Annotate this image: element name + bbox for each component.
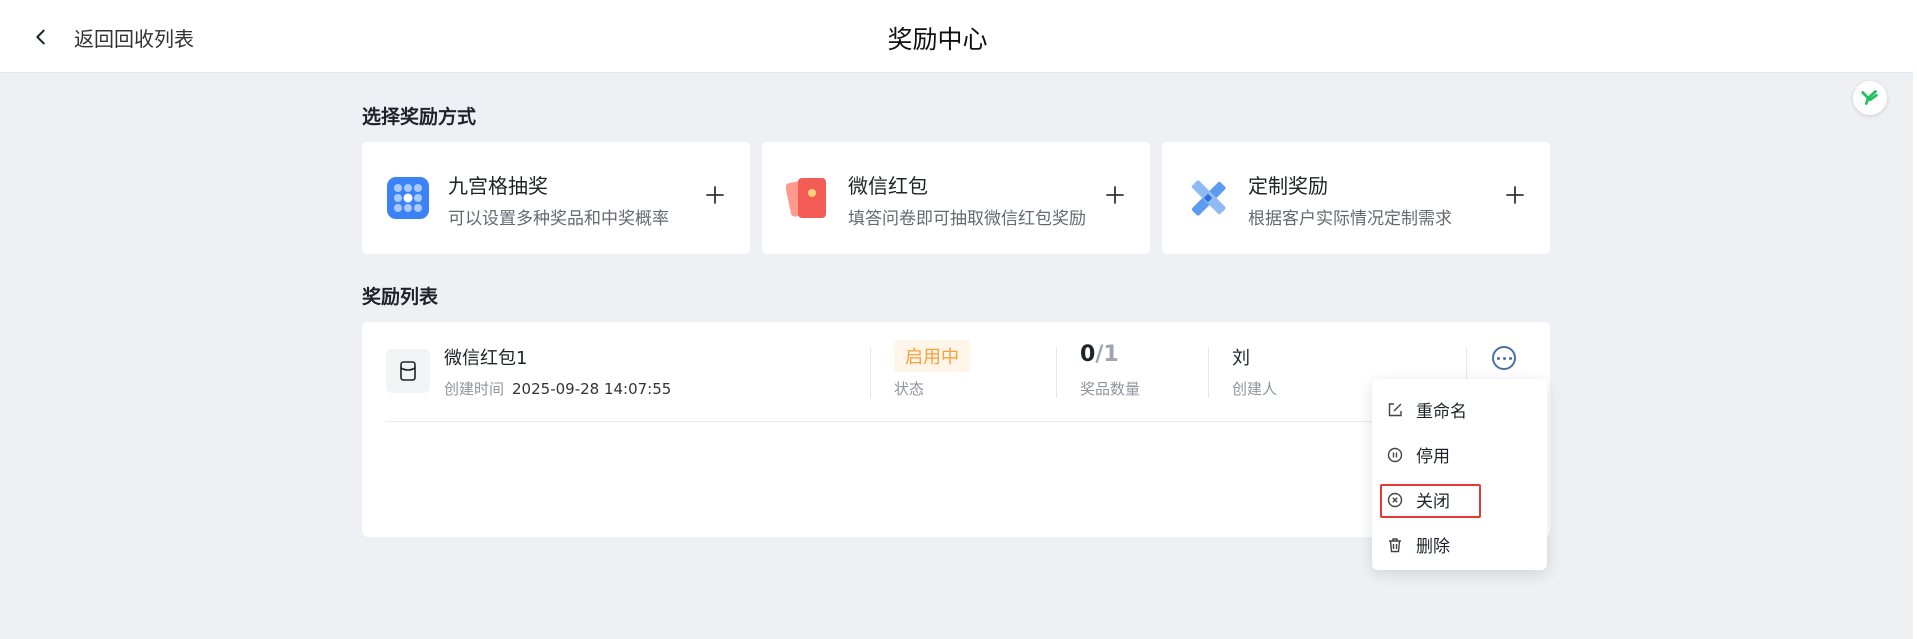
menu-label: 重命名 (1416, 402, 1467, 422)
choose-mode-title: 选择奖励方式 (362, 106, 477, 128)
plus-icon[interactable] (1104, 184, 1126, 206)
creator-value: 刘 (1232, 348, 1250, 369)
card-name: 定制奖励 (1248, 174, 1328, 198)
custom-tools-icon (1191, 180, 1226, 216)
status-label: 状态 (894, 380, 925, 398)
menu-item-close[interactable]: 关闭 (1372, 477, 1547, 522)
column-divider (1056, 348, 1057, 398)
card-name: 微信红包 (848, 174, 928, 198)
menu-label: 停用 (1416, 447, 1450, 467)
menu-item-rename[interactable]: 重命名 (1372, 387, 1547, 432)
pause-icon (1387, 447, 1403, 462)
created-time: 创建时间 2025-09-28 14:07:55 (444, 378, 671, 399)
row-actions-menu: 重命名 停用 关闭 删除 (1372, 379, 1547, 570)
edit-icon (1388, 402, 1402, 416)
more-options-button[interactable] (1492, 346, 1516, 370)
red-packet-icon (786, 178, 826, 218)
created-label: 创建时间 (444, 380, 505, 398)
created-value: 2025-09-28 14:07:55 (512, 380, 672, 398)
prize-count-label: 奖品数量 (1080, 380, 1141, 398)
close-circle-icon (1387, 492, 1403, 507)
top-header: 返回回收列表 奖励中心 (0, 0, 1913, 73)
prize-count-total: 1 (1103, 342, 1119, 367)
card-name: 九宫格抽奖 (448, 174, 548, 198)
red-packet-icon (386, 349, 430, 393)
plus-icon[interactable] (1504, 184, 1526, 206)
page-title: 奖励中心 (887, 25, 988, 54)
column-divider (1208, 348, 1209, 398)
reward-list-title: 奖励列表 (362, 286, 439, 308)
status-badge: 启用中 (894, 340, 970, 372)
brand-logo-icon[interactable] (1853, 81, 1887, 115)
right-edge-strip (1913, 0, 1917, 639)
card-desc: 可以设置多种奖品和中奖概率 (448, 209, 669, 229)
prize-count-used: 0 (1080, 342, 1096, 367)
reward-name: 微信红包1 (444, 348, 528, 369)
menu-item-disable[interactable]: 停用 (1372, 432, 1547, 477)
table-row[interactable]: 微信红包1 创建时间 2025-09-28 14:07:55 启用中 状态 0/1… (386, 322, 1526, 422)
card-wechat-red-packet[interactable]: 微信红包 填答问卷即可抽取微信红包奖励 (762, 142, 1150, 254)
card-grid-lottery[interactable]: 九宫格抽奖 可以设置多种奖品和中奖概率 (362, 142, 750, 254)
card-custom-reward[interactable]: 定制奖励 根据客户实际情况定制需求 (1162, 142, 1550, 254)
column-divider (870, 348, 871, 398)
grid-lottery-icon (387, 177, 429, 219)
reward-mode-cards: 九宫格抽奖 可以设置多种奖品和中奖概率 微信红包 填答问卷即可抽取微信红包奖励 … (362, 142, 1550, 254)
creator-label: 创建人 (1232, 380, 1278, 398)
trash-icon (1389, 537, 1401, 552)
menu-item-delete[interactable]: 删除 (1372, 522, 1547, 567)
menu-label: 删除 (1416, 537, 1450, 557)
card-desc: 填答问卷即可抽取微信红包奖励 (848, 209, 1086, 229)
plus-icon[interactable] (704, 184, 726, 206)
card-desc: 根据客户实际情况定制需求 (1248, 209, 1452, 229)
prize-count: 0/1 (1080, 342, 1119, 367)
reward-center-page: 返回回收列表 奖励中心 选择奖励方式 九宫格抽奖 可以设置多种奖品和中奖概率 微… (0, 0, 1917, 639)
menu-label: 关闭 (1416, 492, 1450, 512)
